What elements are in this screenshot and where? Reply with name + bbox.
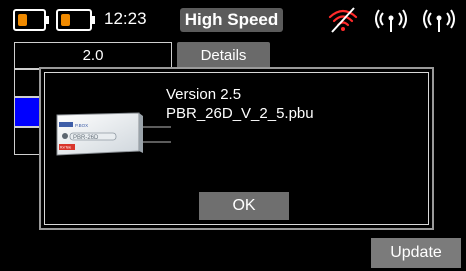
filename-text: PBR_26D_V_2_5.pbu <box>166 105 314 122</box>
wifi-off-icon <box>328 7 358 33</box>
radio-signal-icon <box>423 9 455 32</box>
rx-battery-icon <box>56 9 95 31</box>
version-dialog: Version 2.5 PBR_26D_V_2_5.pbu P.BOX PBR-… <box>39 67 434 230</box>
ok-button[interactable]: OK <box>199 192 289 220</box>
battery-fill <box>18 14 27 26</box>
tab-details[interactable]: Details <box>177 42 270 69</box>
screen: 12:23 High Speed 2.0 Details Update Vers… <box>0 0 466 271</box>
version-text: Version 2.5 <box>166 86 242 103</box>
radio-signal-icon <box>375 9 407 32</box>
svg-text:PBR-26D: PBR-26D <box>73 135 99 141</box>
receiver-device-image: P.BOX PBR-26D Rx/Tele <box>56 112 171 156</box>
svg-text:P.BOX: P.BOX <box>75 123 88 128</box>
mode-badge[interactable]: High Speed <box>180 8 283 32</box>
value-field[interactable]: 2.0 <box>14 42 172 69</box>
svg-text:Rx/Tele: Rx/Tele <box>60 146 71 150</box>
tx-battery-icon <box>13 9 49 31</box>
battery-fill <box>61 14 70 26</box>
dialog-frame: Version 2.5 PBR_26D_V_2_5.pbu P.BOX PBR-… <box>44 72 429 225</box>
clock: 12:23 <box>104 9 147 28</box>
update-button[interactable]: Update <box>371 238 461 268</box>
